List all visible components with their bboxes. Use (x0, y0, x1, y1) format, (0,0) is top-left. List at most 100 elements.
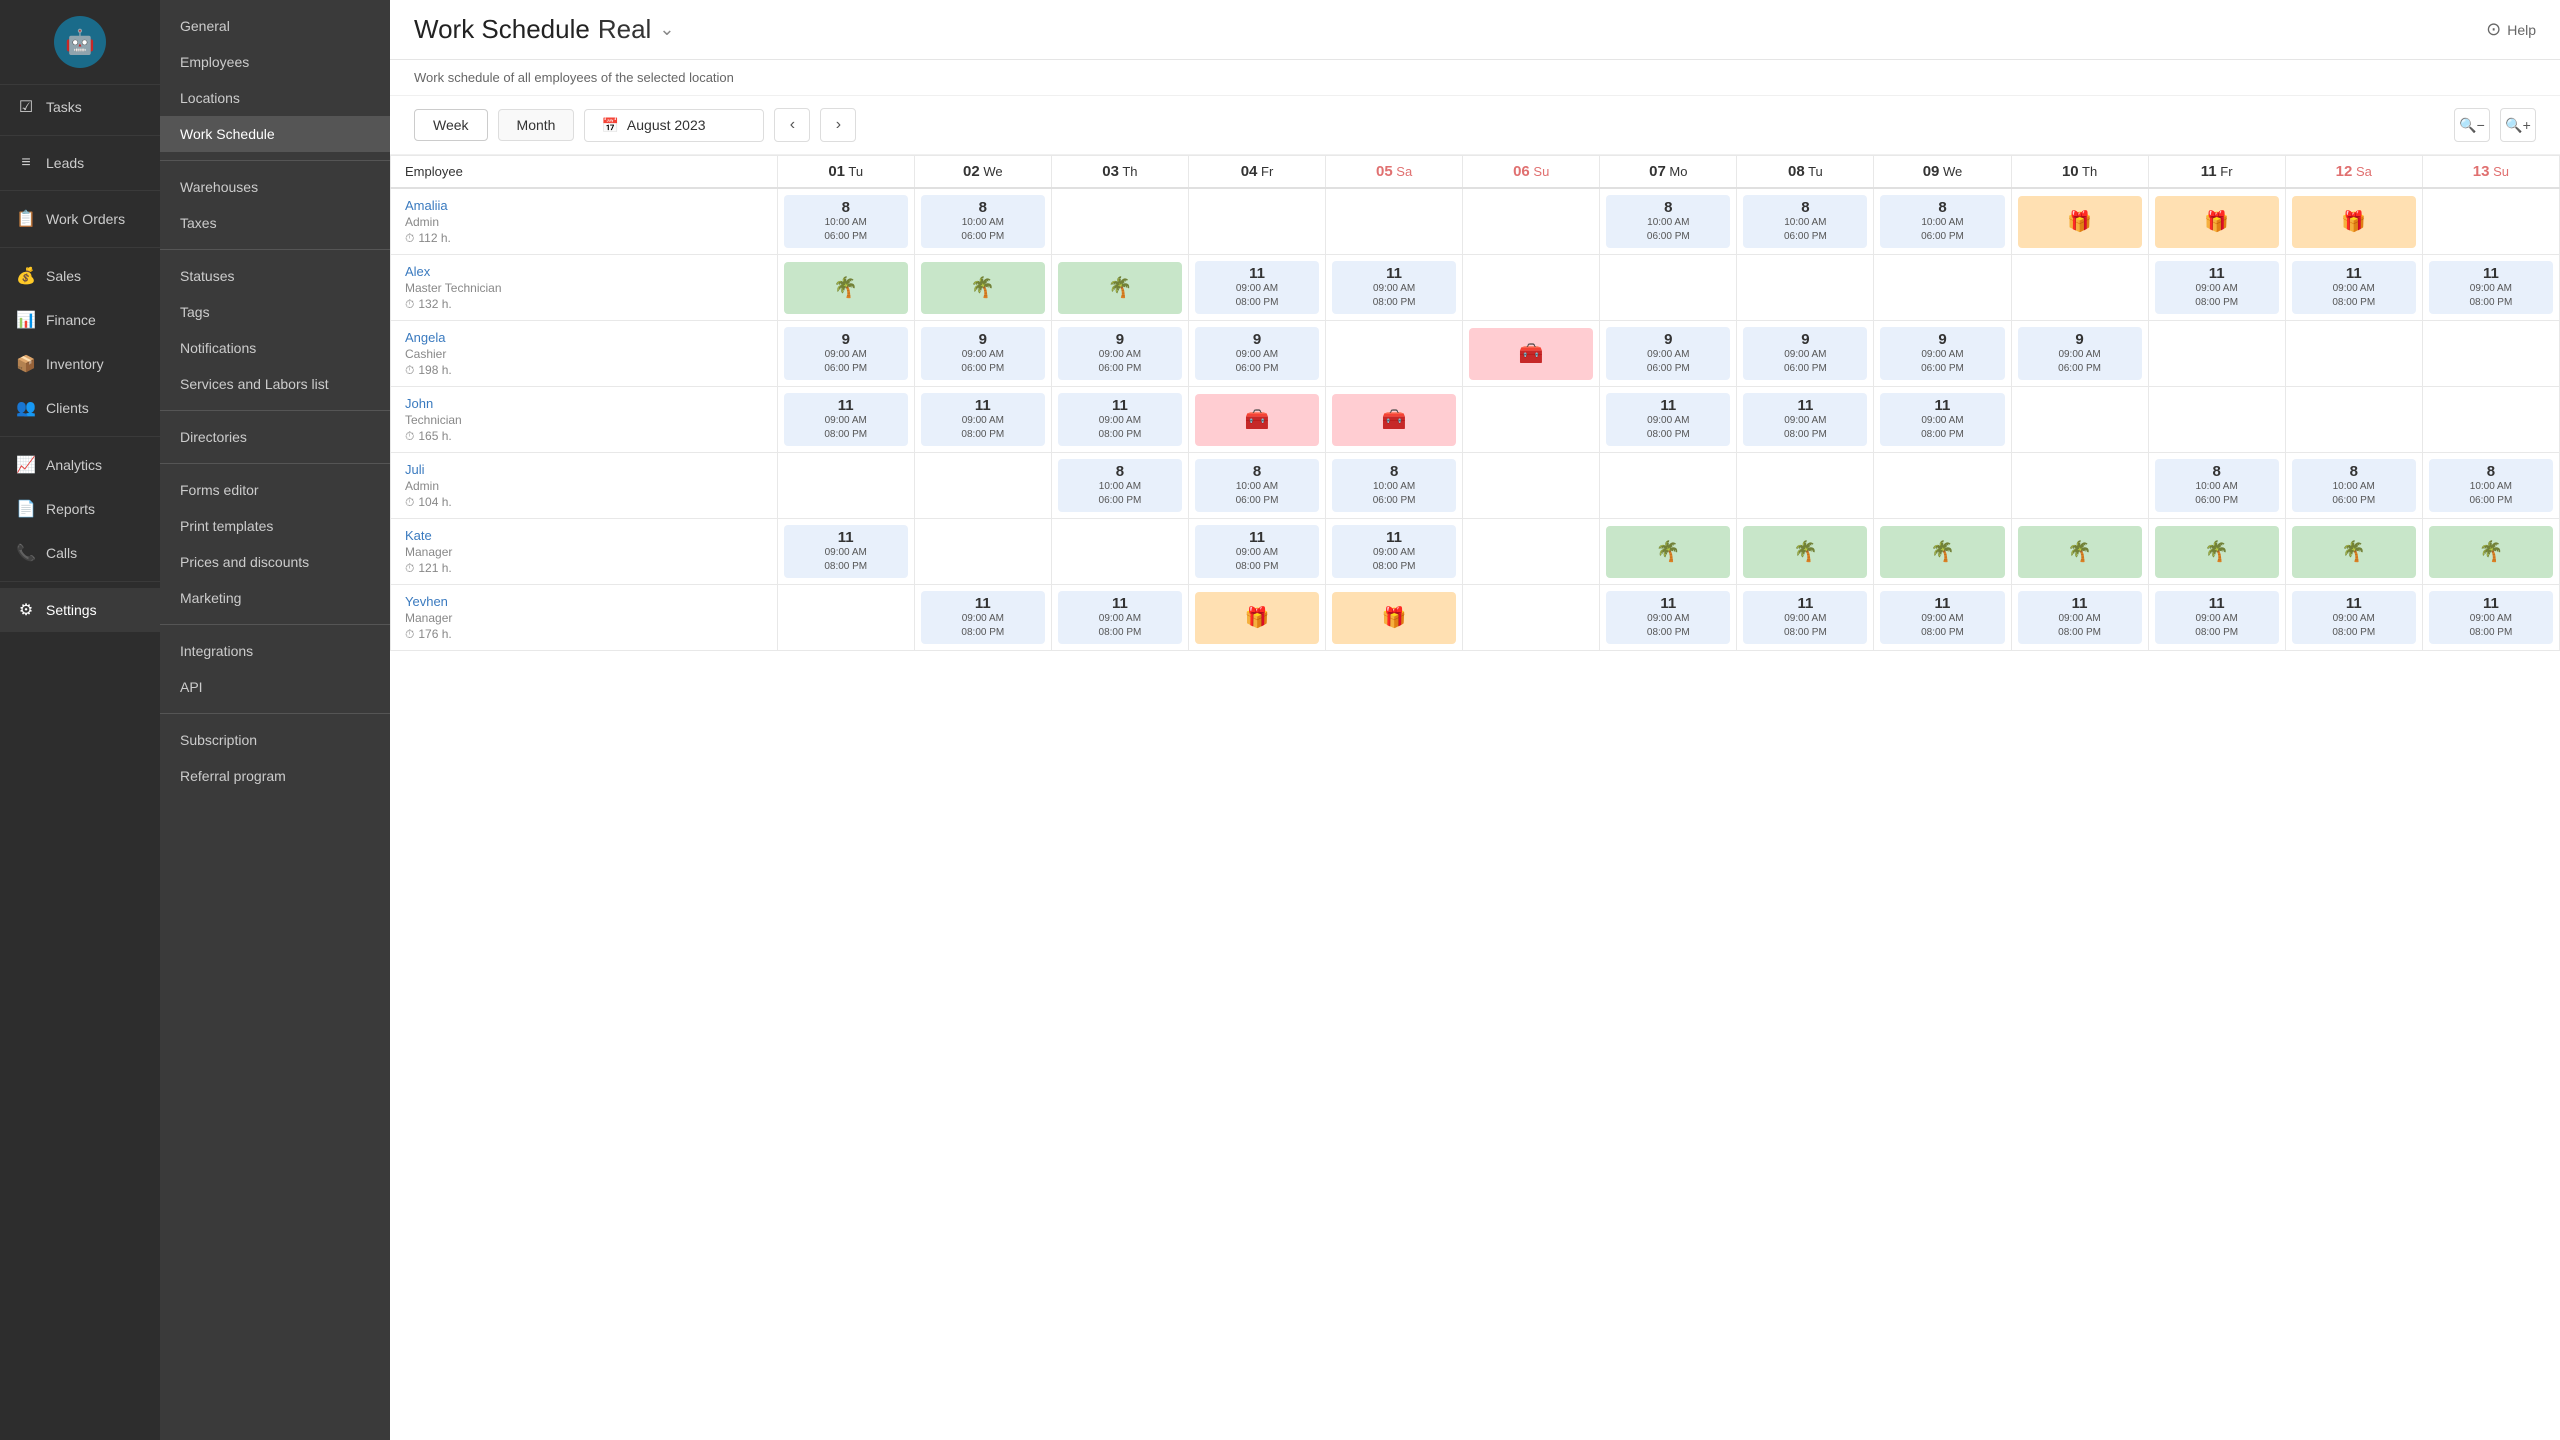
employee-name[interactable]: Angela (405, 330, 763, 345)
schedule-cell[interactable] (1463, 453, 1600, 519)
zoom-out-button[interactable]: 🔍− (2454, 108, 2490, 142)
schedule-cell[interactable] (1737, 255, 1874, 321)
schedule-cell[interactable]: 909:00 AM06:00 PM (1737, 321, 1874, 387)
schedule-cell[interactable]: 🌴 (1874, 519, 2011, 585)
schedule-cell[interactable] (1463, 387, 1600, 453)
sidebar-item-taxes[interactable]: Taxes (160, 205, 390, 241)
schedule-cell[interactable] (1737, 453, 1874, 519)
schedule-cell[interactable]: 🎁 (1326, 585, 1463, 651)
month-tab[interactable]: Month (498, 109, 575, 141)
schedule-cell[interactable]: 1109:00 AM08:00 PM (2148, 585, 2285, 651)
nav-item-work-orders[interactable]: 📋 Work Orders (0, 197, 160, 241)
employee-name[interactable]: John (405, 396, 763, 411)
schedule-cell[interactable]: 🎁 (1188, 585, 1325, 651)
sidebar-item-warehouses[interactable]: Warehouses (160, 169, 390, 205)
nav-item-leads[interactable]: ≡ Leads (0, 142, 160, 184)
sidebar-item-referral[interactable]: Referral program (160, 758, 390, 794)
schedule-cell[interactable] (1874, 255, 2011, 321)
schedule-cell[interactable]: 1109:00 AM08:00 PM (1874, 387, 2011, 453)
nav-item-inventory[interactable]: 📦 Inventory (0, 342, 160, 386)
sidebar-item-prices-discounts[interactable]: Prices and discounts (160, 544, 390, 580)
sidebar-item-general[interactable]: General (160, 8, 390, 44)
schedule-cell[interactable] (2422, 188, 2559, 255)
schedule-cell[interactable] (1600, 453, 1737, 519)
employee-name[interactable]: Yevhen (405, 594, 763, 609)
schedule-cell[interactable]: 909:00 AM06:00 PM (1600, 321, 1737, 387)
schedule-cell[interactable]: 1109:00 AM08:00 PM (1326, 255, 1463, 321)
schedule-cell[interactable]: 🎁 (2148, 188, 2285, 255)
schedule-cell[interactable]: 1109:00 AM08:00 PM (2011, 585, 2148, 651)
schedule-cell[interactable]: 🌴 (2422, 519, 2559, 585)
schedule-cell[interactable]: 1109:00 AM08:00 PM (1600, 387, 1737, 453)
schedule-cell[interactable]: 810:00 AM06:00 PM (1874, 188, 2011, 255)
schedule-cell[interactable]: 810:00 AM06:00 PM (2285, 453, 2422, 519)
schedule-cell[interactable] (2422, 387, 2559, 453)
schedule-cell[interactable] (2285, 321, 2422, 387)
schedule-cell[interactable]: 1109:00 AM08:00 PM (2422, 585, 2559, 651)
nav-item-reports[interactable]: 📄 Reports (0, 487, 160, 531)
title-dropdown-arrow[interactable]: ⌄ (659, 19, 674, 40)
schedule-cell[interactable]: 1109:00 AM08:00 PM (1326, 519, 1463, 585)
schedule-cell[interactable]: 🧰 (1188, 387, 1325, 453)
schedule-cell[interactable] (1600, 255, 1737, 321)
schedule-cell[interactable] (1463, 585, 1600, 651)
employee-name[interactable]: Kate (405, 528, 763, 543)
date-picker-button[interactable]: 📅 August 2023 (584, 109, 764, 142)
sidebar-item-forms-editor[interactable]: Forms editor (160, 472, 390, 508)
schedule-cell[interactable]: 909:00 AM06:00 PM (1188, 321, 1325, 387)
schedule-cell[interactable] (1463, 519, 1600, 585)
sidebar-item-employees[interactable]: Employees (160, 44, 390, 80)
nav-item-tasks[interactable]: ☑ Tasks (0, 85, 160, 129)
schedule-cell[interactable] (2011, 387, 2148, 453)
schedule-cell[interactable]: 1109:00 AM08:00 PM (2285, 255, 2422, 321)
schedule-cell[interactable]: 810:00 AM06:00 PM (1326, 453, 1463, 519)
schedule-cell[interactable]: 🌴 (914, 255, 1051, 321)
schedule-cell[interactable]: 1109:00 AM08:00 PM (1188, 519, 1325, 585)
schedule-cell[interactable]: 909:00 AM06:00 PM (914, 321, 1051, 387)
schedule-cell[interactable]: 909:00 AM06:00 PM (1874, 321, 2011, 387)
schedule-cell[interactable]: 1109:00 AM08:00 PM (1737, 387, 1874, 453)
schedule-cell[interactable] (1874, 453, 2011, 519)
week-tab[interactable]: Week (414, 109, 488, 141)
employee-name[interactable]: Alex (405, 264, 763, 279)
schedule-cell[interactable]: 810:00 AM06:00 PM (1737, 188, 1874, 255)
sidebar-item-api[interactable]: API (160, 669, 390, 705)
nav-item-settings[interactable]: ⚙ Settings (0, 588, 160, 632)
schedule-cell[interactable] (777, 453, 914, 519)
schedule-cell[interactable]: 1109:00 AM08:00 PM (914, 585, 1051, 651)
schedule-cell[interactable] (2285, 387, 2422, 453)
schedule-cell[interactable]: 810:00 AM06:00 PM (2422, 453, 2559, 519)
schedule-cell[interactable]: 810:00 AM06:00 PM (1600, 188, 1737, 255)
schedule-cell[interactable]: 810:00 AM06:00 PM (1051, 453, 1188, 519)
schedule-cell[interactable]: 909:00 AM06:00 PM (2011, 321, 2148, 387)
sidebar-item-notifications[interactable]: Notifications (160, 330, 390, 366)
schedule-cell[interactable]: 1109:00 AM08:00 PM (1051, 387, 1188, 453)
schedule-cell[interactable]: 810:00 AM06:00 PM (1188, 453, 1325, 519)
schedule-cell[interactable]: 1109:00 AM08:00 PM (2148, 255, 2285, 321)
schedule-cell[interactable]: 810:00 AM06:00 PM (777, 188, 914, 255)
schedule-cell[interactable] (2422, 321, 2559, 387)
schedule-cell[interactable]: 1109:00 AM08:00 PM (2285, 585, 2422, 651)
schedule-cell[interactable]: 810:00 AM06:00 PM (2148, 453, 2285, 519)
schedule-cell[interactable]: 🌴 (2148, 519, 2285, 585)
sidebar-item-work-schedule[interactable]: Work Schedule (160, 116, 390, 152)
employee-name[interactable]: Juli (405, 462, 763, 477)
schedule-cell[interactable]: 1109:00 AM08:00 PM (1051, 585, 1188, 651)
schedule-cell[interactable]: 🎁 (2011, 188, 2148, 255)
schedule-cell[interactable]: 1109:00 AM08:00 PM (1188, 255, 1325, 321)
schedule-cell[interactable]: 🌴 (777, 255, 914, 321)
schedule-cell[interactable] (2148, 321, 2285, 387)
nav-item-finance[interactable]: 📊 Finance (0, 298, 160, 342)
schedule-cell[interactable]: 1109:00 AM08:00 PM (1874, 585, 2011, 651)
nav-item-calls[interactable]: 📞 Calls (0, 531, 160, 575)
schedule-cell[interactable] (1326, 188, 1463, 255)
sidebar-item-tags[interactable]: Tags (160, 294, 390, 330)
schedule-cell[interactable] (1326, 321, 1463, 387)
next-arrow[interactable]: › (820, 108, 856, 142)
schedule-cell[interactable] (1463, 188, 1600, 255)
schedule-cell[interactable]: 🎁 (2285, 188, 2422, 255)
sidebar-item-integrations[interactable]: Integrations (160, 633, 390, 669)
schedule-cell[interactable]: 🌴 (1737, 519, 1874, 585)
help-button[interactable]: ⊙ Help (2486, 19, 2536, 40)
schedule-cell[interactable] (1051, 519, 1188, 585)
